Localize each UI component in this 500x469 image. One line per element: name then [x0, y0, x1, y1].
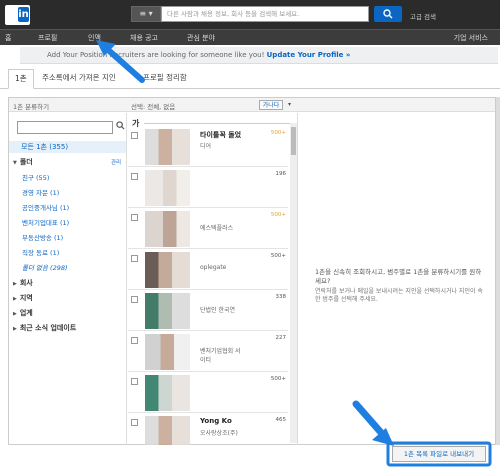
- export-highlight: [386, 441, 492, 467]
- annotation-overlay: [96, 40, 492, 467]
- arrow-icon: [96, 40, 145, 83]
- arrow-icon: [352, 400, 394, 446]
